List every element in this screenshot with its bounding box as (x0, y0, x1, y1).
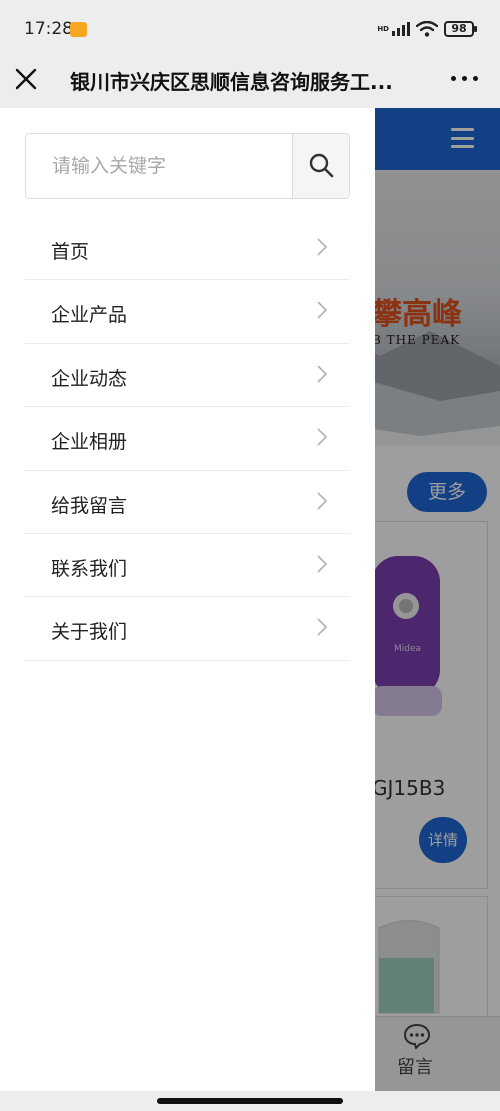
chevron-right-icon (317, 428, 328, 446)
menu-item-album[interactable]: 企业相册 (25, 407, 350, 471)
menu-item-home[interactable]: 首页 (25, 217, 350, 281)
menu-item-contact[interactable]: 联系我们 (25, 534, 350, 598)
search-button[interactable] (292, 134, 349, 198)
menu-item-message[interactable]: 给我留言 (25, 471, 350, 534)
menu-item-products[interactable]: 企业产品 (25, 280, 350, 344)
search-box (25, 133, 350, 199)
home-indicator (0, 1091, 500, 1111)
page-title: 银川市兴庆区思顺信息咨询服务工... (70, 70, 393, 94)
chevron-right-icon (317, 365, 328, 383)
status-bar: 17:28 HD 98 (0, 0, 500, 58)
side-drawer: 首页 企业产品 企业动态 企业相册 给我留言 联系我们 关于我们 (0, 108, 375, 1091)
search-input[interactable] (26, 134, 294, 198)
menu-item-news[interactable]: 企业动态 (25, 344, 350, 408)
status-indicators: HD 98 (377, 21, 477, 37)
chevron-right-icon (317, 618, 328, 636)
more-options-icon[interactable] (451, 76, 478, 81)
menu-item-label: 给我留言 (51, 494, 128, 517)
webview-header: 银川市兴庆区思顺信息咨询服务工... (0, 58, 500, 108)
menu-item-about[interactable]: 关于我们 (25, 597, 350, 661)
home-indicator-bar[interactable] (157, 1098, 343, 1104)
search-icon (309, 153, 334, 178)
wifi-icon (416, 21, 438, 37)
menu-item-label: 企业动态 (51, 367, 128, 390)
chevron-right-icon (317, 491, 328, 510)
battery-indicator: 98 (444, 21, 477, 37)
close-icon[interactable] (13, 66, 39, 92)
drawer-menu: 首页 企业产品 企业动态 企业相册 给我留言 联系我们 关于我们 (25, 217, 350, 661)
menu-item-label: 联系我们 (51, 557, 128, 580)
menu-item-label: 企业产品 (51, 304, 128, 327)
menu-item-label: 首页 (51, 241, 90, 263)
notification-app-icon (70, 22, 87, 37)
menu-item-label: 企业相册 (51, 431, 128, 454)
chevron-right-icon (317, 301, 328, 320)
chevron-right-icon (317, 238, 328, 256)
menu-item-label: 关于我们 (51, 621, 128, 644)
hd-label: HD (377, 24, 389, 33)
status-time: 17:28 (24, 19, 73, 39)
chevron-right-icon (317, 555, 328, 573)
signal-icon (392, 22, 410, 36)
